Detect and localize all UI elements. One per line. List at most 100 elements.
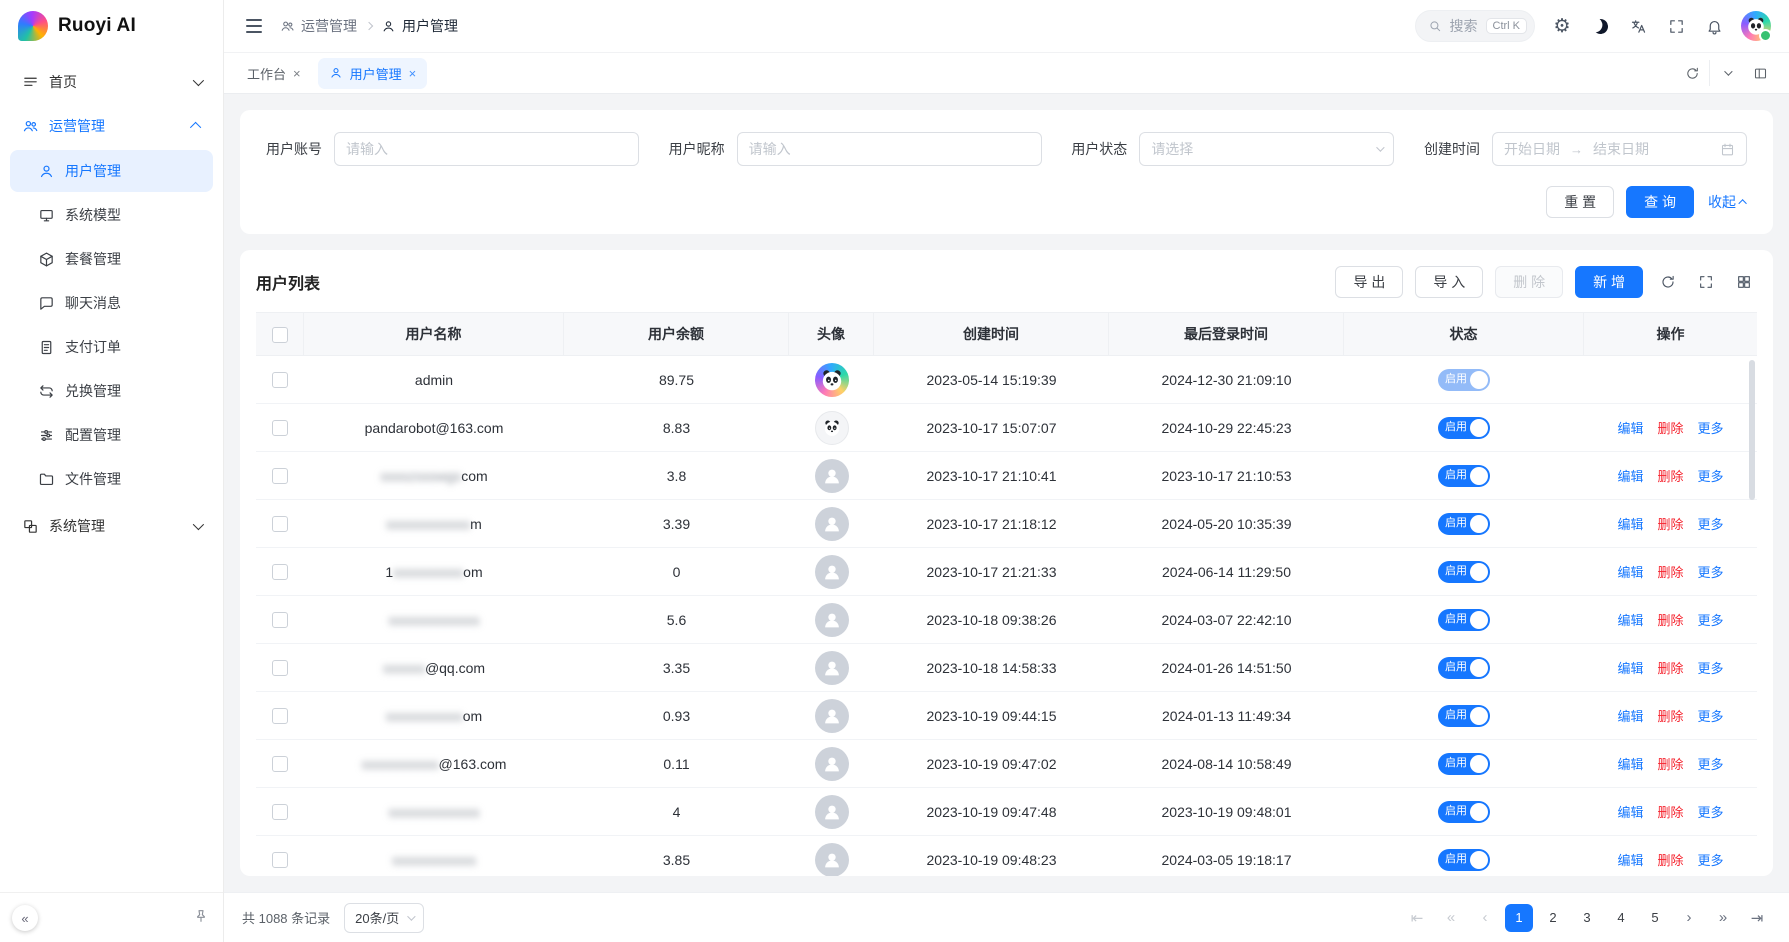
search-button[interactable]: 查 询	[1626, 186, 1694, 218]
status-toggle[interactable]: 启用	[1438, 417, 1490, 439]
edit-link[interactable]: 编辑	[1617, 805, 1643, 820]
user-avatar[interactable]	[1741, 11, 1771, 41]
delete-link[interactable]: 删除	[1657, 757, 1683, 772]
edit-link[interactable]: 编辑	[1617, 709, 1643, 724]
row-checkbox[interactable]	[272, 756, 288, 772]
status-toggle[interactable]: 启用	[1438, 705, 1490, 727]
more-link[interactable]: 更多	[1698, 661, 1724, 676]
reset-button[interactable]: 重 置	[1546, 186, 1614, 218]
page-size-select[interactable]: 20条/页	[344, 903, 424, 933]
edit-link[interactable]: 编辑	[1617, 853, 1643, 868]
row-checkbox[interactable]	[272, 420, 288, 436]
delete-link[interactable]: 删除	[1657, 613, 1683, 628]
prev-5-pages-icon[interactable]: «	[1437, 904, 1465, 932]
dark-mode-icon[interactable]	[1589, 15, 1611, 37]
page-button-3[interactable]: 3	[1573, 904, 1601, 932]
page-button-2[interactable]: 2	[1539, 904, 1567, 932]
sidebar-item-config[interactable]: 配置管理	[10, 414, 213, 456]
row-checkbox[interactable]	[272, 708, 288, 724]
fullscreen-icon[interactable]	[1665, 15, 1687, 37]
sidebar-collapse-button[interactable]: «	[12, 905, 38, 931]
row-checkbox[interactable]	[272, 516, 288, 532]
edit-link[interactable]: 编辑	[1617, 661, 1643, 676]
status-toggle[interactable]: 启用	[1438, 657, 1490, 679]
edit-link[interactable]: 编辑	[1617, 613, 1643, 628]
delete-link[interactable]: 删除	[1657, 661, 1683, 676]
breadcrumb-user-management[interactable]: 用户管理	[381, 16, 458, 36]
edit-link[interactable]: 编辑	[1617, 757, 1643, 772]
edit-link[interactable]: 编辑	[1617, 517, 1643, 532]
select-all-checkbox[interactable]	[272, 327, 288, 343]
sidebar-item-home[interactable]: 首页	[10, 60, 213, 104]
more-link[interactable]: 更多	[1698, 853, 1724, 868]
layout-toggle-icon[interactable]	[1743, 60, 1777, 86]
column-settings-icon[interactable]	[1731, 269, 1757, 295]
row-checkbox[interactable]	[272, 612, 288, 628]
page-button-4[interactable]: 4	[1607, 904, 1635, 932]
next-page-icon[interactable]: ›	[1675, 904, 1703, 932]
row-checkbox[interactable]	[272, 372, 288, 388]
more-link[interactable]: 更多	[1698, 757, 1724, 772]
delete-link[interactable]: 删除	[1657, 805, 1683, 820]
status-toggle[interactable]: 启用	[1438, 561, 1490, 583]
breadcrumb-operations[interactable]: 运营管理	[280, 16, 357, 36]
status-toggle[interactable]: 启用	[1438, 753, 1490, 775]
tab-user-management[interactable]: 用户管理 ×	[318, 58, 428, 89]
sidebar-item-order[interactable]: 支付订单	[10, 326, 213, 368]
global-search[interactable]: 搜索 Ctrl K	[1415, 10, 1536, 42]
table-fullscreen-icon[interactable]	[1693, 269, 1719, 295]
delete-link[interactable]: 删除	[1657, 517, 1683, 532]
more-link[interactable]: 更多	[1698, 517, 1724, 532]
page-button-5[interactable]: 5	[1641, 904, 1669, 932]
delete-link[interactable]: 删除	[1657, 421, 1683, 436]
close-icon[interactable]: ×	[293, 67, 301, 80]
account-input[interactable]	[334, 132, 639, 166]
date-range-picker[interactable]: 开始日期 → 结束日期	[1492, 132, 1747, 166]
sidebar-item-folder[interactable]: 文件管理	[10, 458, 213, 500]
delete-link[interactable]: 删除	[1657, 565, 1683, 580]
prev-page-icon[interactable]: ‹	[1471, 904, 1499, 932]
row-checkbox[interactable]	[272, 468, 288, 484]
collapse-filter-link[interactable]: 收起	[1708, 192, 1747, 212]
row-checkbox[interactable]	[272, 804, 288, 820]
status-toggle[interactable]: 启用	[1438, 513, 1490, 535]
sidebar-item-system[interactable]: 系统管理	[10, 504, 213, 548]
page-button-1[interactable]: 1	[1505, 904, 1533, 932]
refresh-icon[interactable]	[1675, 60, 1709, 86]
status-toggle[interactable]: 启用	[1438, 609, 1490, 631]
tab-workbench[interactable]: 工作台 ×	[236, 58, 312, 89]
more-link[interactable]: 更多	[1698, 421, 1724, 436]
more-link[interactable]: 更多	[1698, 469, 1724, 484]
refresh-table-icon[interactable]	[1655, 269, 1681, 295]
more-link[interactable]: 更多	[1698, 565, 1724, 580]
status-toggle[interactable]: 启用	[1438, 849, 1490, 871]
delete-link[interactable]: 删除	[1657, 853, 1683, 868]
delete-link[interactable]: 删除	[1657, 469, 1683, 484]
first-page-icon[interactable]: ⇤	[1403, 904, 1431, 932]
pin-icon[interactable]	[193, 908, 209, 924]
notifications-icon[interactable]	[1703, 15, 1725, 37]
sidebar-item-exchange[interactable]: 兑换管理	[10, 370, 213, 412]
table-scrollbar[interactable]	[1747, 312, 1757, 876]
status-toggle[interactable]: 启用	[1438, 369, 1490, 391]
row-checkbox[interactable]	[272, 660, 288, 676]
sidebar-item-chat[interactable]: 聊天消息	[10, 282, 213, 324]
sidebar-item-operations[interactable]: 运营管理	[10, 104, 213, 148]
tab-menu-dropdown[interactable]	[1709, 60, 1743, 86]
sidebar-item-model[interactable]: 系统模型	[10, 194, 213, 236]
sidebar-item-package[interactable]: 套餐管理	[10, 238, 213, 280]
menu-toggle-icon[interactable]	[242, 15, 266, 37]
sidebar-item-user[interactable]: 用户管理	[10, 150, 213, 192]
last-page-icon[interactable]: ⇥	[1743, 904, 1771, 932]
more-link[interactable]: 更多	[1698, 709, 1724, 724]
edit-link[interactable]: 编辑	[1617, 469, 1643, 484]
row-checkbox[interactable]	[272, 564, 288, 580]
row-checkbox[interactable]	[272, 852, 288, 868]
edit-link[interactable]: 编辑	[1617, 421, 1643, 436]
import-button[interactable]: 导 入	[1415, 266, 1483, 298]
status-toggle[interactable]: 启用	[1438, 801, 1490, 823]
close-icon[interactable]: ×	[409, 67, 417, 80]
status-select[interactable]: 请选择	[1139, 132, 1394, 166]
more-link[interactable]: 更多	[1698, 613, 1724, 628]
language-icon[interactable]	[1627, 15, 1649, 37]
